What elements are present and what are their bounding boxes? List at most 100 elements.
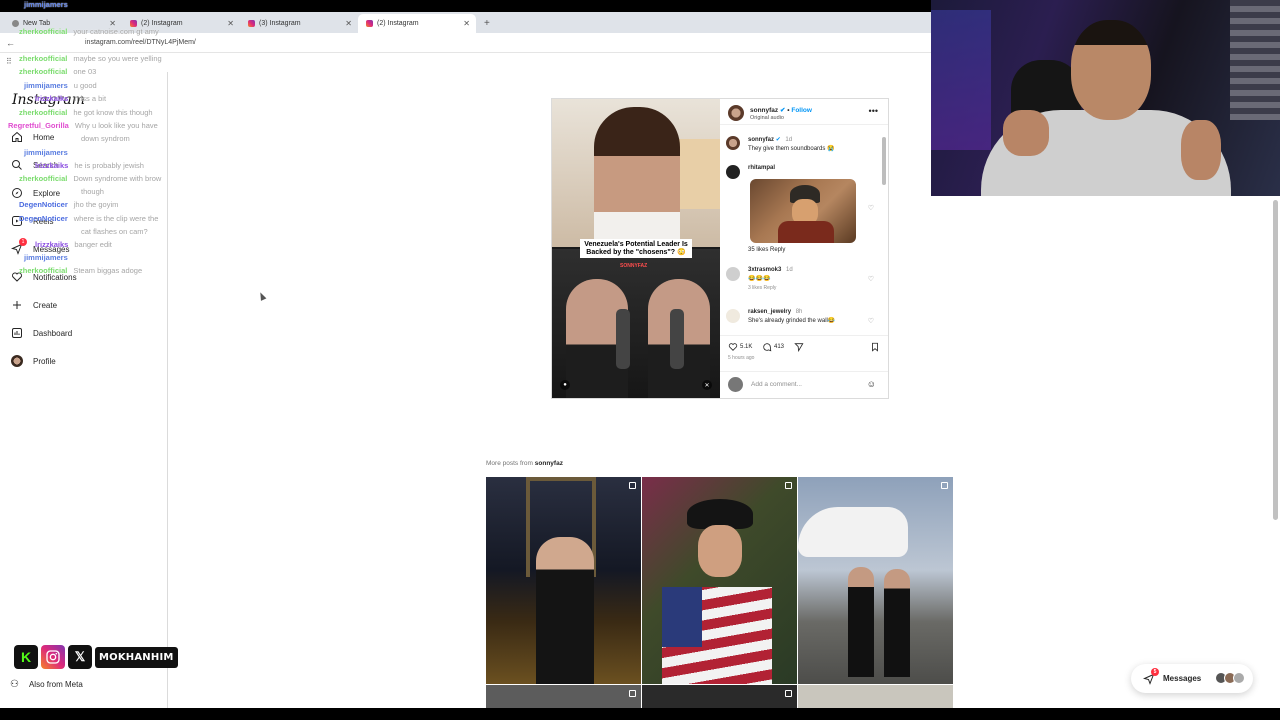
sidebar-item-explore[interactable]: Explore <box>10 186 60 200</box>
x-twitter-icon: 𝕏 <box>68 645 92 669</box>
url-field[interactable]: instagram.com/reel/DTNyL4PjMem/ <box>85 39 196 46</box>
grid-post[interactable] <box>798 477 953 684</box>
caption-username[interactable]: sonnyfaz <box>748 137 774 143</box>
verified-badge-icon: ✔ <box>779 107 786 114</box>
back-arrow-icon[interactable]: ← <box>6 38 15 48</box>
author-avatar[interactable] <box>728 105 744 121</box>
address-bar: ← instagram.com/reel/DTNyL4PjMem/ <box>0 33 931 53</box>
tab-new-tab[interactable]: New Tab ✕ <box>4 14 122 33</box>
sidebar-item-profile[interactable]: Profile <box>10 354 56 368</box>
new-tab-button[interactable]: + <box>476 14 498 33</box>
emoji-icon[interactable]: ☺ <box>867 379 876 389</box>
tab-instagram-2[interactable]: (3) Instagram ✕ <box>240 14 358 33</box>
home-icon <box>10 130 24 144</box>
sidebar-item-dashboard[interactable]: Dashboard <box>10 326 72 340</box>
close-tab-icon[interactable]: ✕ <box>227 19 234 28</box>
reel-video[interactable]: Venezuela's Potential Leader Is Backed b… <box>552 99 720 398</box>
comments-scrollbar[interactable] <box>882 129 886 329</box>
plus-icon <box>10 298 24 312</box>
save-button[interactable] <box>870 342 880 352</box>
author-avatar[interactable] <box>726 136 740 150</box>
sidebar-item-create[interactable]: Create <box>10 298 57 312</box>
sidebar-item-reels[interactable]: Reels <box>10 214 53 228</box>
comment-time: 8h <box>795 309 803 315</box>
mute-icon[interactable]: ✕ <box>702 380 712 390</box>
sidebar-item-label: Home <box>33 132 55 142</box>
instagram-logo[interactable]: Instagram <box>12 92 85 108</box>
messages-badge: 5 <box>1151 667 1159 676</box>
scrollbar-thumb[interactable] <box>882 137 886 185</box>
sidebar-item-messages[interactable]: 1 Messages <box>10 238 69 256</box>
gif-body <box>778 221 834 243</box>
viewer-avatar <box>728 377 743 392</box>
like-button[interactable]: 5.1K <box>728 342 752 352</box>
comment-button[interactable]: 413 <box>762 342 784 352</box>
messages-floating-button[interactable]: 5 Messages <box>1131 664 1253 693</box>
comment-meta: 3 likes Reply <box>748 285 777 291</box>
messenger-icon: 1 <box>10 238 27 256</box>
close-tab-icon[interactable]: ✕ <box>463 19 470 28</box>
author-username[interactable]: sonnyfaz <box>750 107 778 114</box>
more-posts-title: More posts from sonnyfaz <box>486 460 563 467</box>
tab-label: (2) Instagram <box>141 20 183 27</box>
sidebar-item-label: Search <box>33 160 59 170</box>
follow-button[interactable]: Follow <box>791 107 812 114</box>
sidebar-item-label: Notifications <box>33 272 77 282</box>
comment-username[interactable]: raksen_jewelry <box>748 309 791 315</box>
page-scrollbar[interactable] <box>1273 200 1278 520</box>
sidebar-item-home[interactable]: Home <box>10 130 54 144</box>
video-watermark: SONNYFAZ <box>620 263 648 269</box>
add-comment-input[interactable]: Add a comment... <box>751 381 802 388</box>
search-icon <box>10 158 24 172</box>
dashboard-icon <box>10 326 24 340</box>
compass-icon <box>10 186 24 200</box>
video-top-frame <box>552 99 720 247</box>
carousel-icon <box>785 690 792 697</box>
commenter-avatar[interactable] <box>726 267 740 281</box>
share-icon <box>794 343 804 352</box>
original-audio-link[interactable]: Original audio <box>750 115 784 121</box>
like-comment-icon[interactable]: ♡ <box>868 204 874 212</box>
carousel-icon <box>941 482 948 489</box>
post-time: 5 hours ago <box>728 355 755 361</box>
more-posts-username[interactable]: sonnyfaz <box>535 460 563 467</box>
bookmark-icon <box>872 342 878 352</box>
post-details: sonnyfaz ✔ • Follow Original audio ••• s… <box>720 99 888 398</box>
like-comment-icon[interactable]: ♡ <box>868 317 874 325</box>
heart-icon <box>728 343 738 351</box>
also-from-meta[interactable]: ⚇ Also from Meta <box>10 679 83 690</box>
grid-post[interactable] <box>798 685 953 710</box>
like-comment-icon[interactable]: ♡ <box>868 275 874 283</box>
comment-username[interactable]: 3xtrasmok3 <box>748 267 781 273</box>
comment-text: She's already grinded the wall😂 <box>748 318 836 324</box>
sidebar-item-search[interactable]: Search <box>10 158 58 172</box>
grid-post[interactable] <box>486 477 641 684</box>
tab-label: (2) Instagram <box>377 20 419 27</box>
apps-grid-icon[interactable]: ⠿ <box>6 57 12 66</box>
commenter-avatar[interactable] <box>726 165 740 179</box>
recent-chat-avatars <box>1215 672 1245 684</box>
comment-username[interactable]: rhitampal <box>748 165 775 171</box>
commenter-avatar[interactable] <box>726 309 740 323</box>
kick-icon: K <box>14 645 38 669</box>
microphone <box>670 309 684 369</box>
sidebar-item-label: Profile <box>33 356 56 366</box>
sidebar-item-notifications[interactable]: Notifications <box>10 270 77 284</box>
user-tag-icon[interactable]: ● <box>560 380 570 390</box>
comment-icon <box>763 343 772 352</box>
grid-post[interactable] <box>642 477 797 684</box>
more-options-icon[interactable]: ••• <box>869 106 878 116</box>
tab-instagram-1[interactable]: (2) Instagram ✕ <box>122 14 240 33</box>
flag-canton <box>662 587 702 647</box>
private-jet <box>798 507 908 557</box>
tab-instagram-active[interactable]: (2) Instagram ✕ <box>358 14 476 33</box>
close-tab-icon[interactable]: ✕ <box>345 19 352 28</box>
grid-post[interactable] <box>642 685 797 710</box>
meta-icon: ⚇ <box>10 679 19 690</box>
carousel-icon <box>785 482 792 489</box>
post-header: sonnyfaz ✔ • Follow Original audio ••• <box>720 99 888 125</box>
share-button[interactable] <box>794 342 804 352</box>
grid-post[interactable] <box>486 685 641 710</box>
comment-time: 1d <box>786 267 793 273</box>
close-tab-icon[interactable]: ✕ <box>109 19 116 28</box>
